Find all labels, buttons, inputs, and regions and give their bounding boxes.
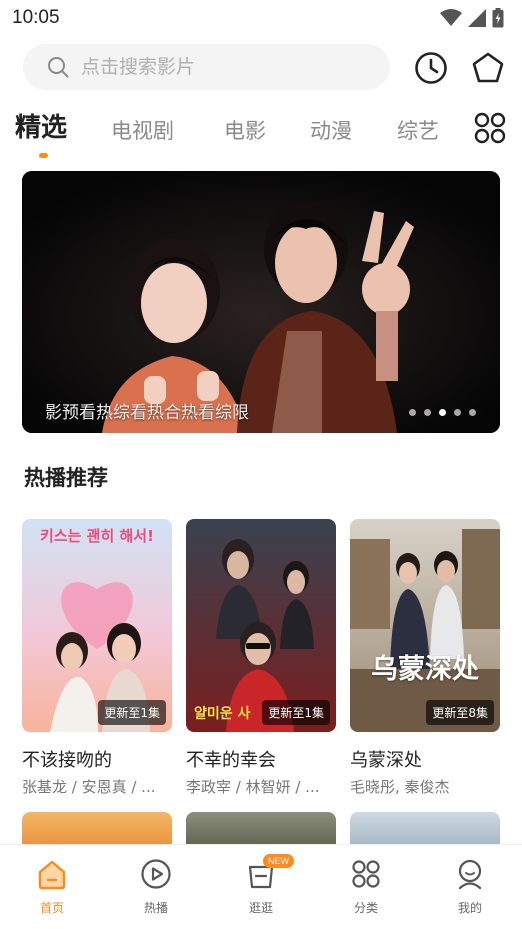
wifi-icon: [440, 9, 462, 26]
show-card[interactable]: 얄미운 사 更新至1集 不幸的幸会 李政宰 / 林智妍 / ...: [186, 519, 336, 796]
nav-profile[interactable]: 我的: [430, 857, 510, 916]
profile-icon: [458, 859, 482, 890]
show-card[interactable]: 키스는 괜히 해서! 更新至1集 不该接吻的 张基龙 / 安恩真 / ...: [22, 519, 172, 796]
nav-categories[interactable]: 分类: [326, 857, 406, 916]
card-cast: 毛晓彤, 秦俊杰: [350, 778, 450, 796]
search-icon: [48, 57, 69, 78]
banner-dot[interactable]: [409, 409, 416, 416]
poster-title-text: 얄미운 사: [194, 706, 251, 722]
category-grid-icon: [352, 860, 380, 888]
nav-browse[interactable]: NEW 逛逛: [221, 854, 301, 916]
tab-featured[interactable]: 精选: [15, 108, 67, 148]
battery-icon: [492, 8, 504, 28]
banner-dot[interactable]: [424, 409, 431, 416]
clock-icon[interactable]: [413, 50, 449, 86]
poster-image: 키스는 괜히 해서! 更新至1集: [22, 519, 172, 732]
nav-label: 首页: [39, 901, 64, 915]
status-bar: 10:05: [0, 0, 522, 36]
status-time: 10:05: [12, 7, 60, 28]
update-badge: 更新至8集: [426, 700, 494, 725]
banner-caption: 影预看热综看热合热看综限: [45, 403, 249, 423]
poster-title-text: 乌蒙深处: [371, 654, 479, 685]
banner-dot[interactable]: [454, 409, 461, 416]
new-badge: NEW: [263, 854, 294, 868]
tab-variety[interactable]: 综艺: [397, 111, 439, 151]
nav-trending[interactable]: 热播: [116, 857, 196, 916]
bottom-navigation: 首页 热播 NEW 逛逛 分类 我的: [0, 844, 522, 929]
pentagon-icon[interactable]: [470, 50, 506, 86]
nav-label: 逛逛: [248, 901, 273, 915]
search-input[interactable]: [81, 44, 371, 90]
play-circle-icon: [141, 859, 171, 889]
tab-anime[interactable]: 动漫: [310, 111, 352, 151]
section-title: 热播推荐: [24, 466, 108, 490]
category-tabs: 精选 电视剧 电影 动漫 综艺: [0, 108, 522, 162]
update-badge: 更新至1集: [262, 700, 330, 725]
poster-title-text: 키스는 괜히 해서!: [40, 527, 154, 545]
card-cast: 李政宰 / 林智妍 / ...: [186, 778, 320, 796]
nav-home[interactable]: 首页: [12, 857, 92, 916]
banner-dot-active[interactable]: [439, 409, 446, 416]
nav-label: 热播: [143, 901, 168, 915]
card-title: 乌蒙深处: [350, 750, 422, 771]
tab-indicator: [39, 153, 48, 158]
nav-label: 我的: [457, 901, 482, 915]
banner-image: [22, 171, 500, 433]
banner-dot[interactable]: [469, 409, 476, 416]
tab-tv-series[interactable]: 电视剧: [111, 111, 174, 151]
nav-label: 分类: [353, 901, 378, 915]
status-icons: [440, 8, 504, 28]
poster-image: 乌蒙深处 更新至8集: [350, 519, 500, 732]
grid-icon[interactable]: [474, 112, 506, 144]
card-title: 不该接吻的: [22, 750, 112, 771]
home-icon: [38, 860, 66, 890]
card-title: 不幸的幸会: [186, 750, 276, 771]
banner-carousel[interactable]: 影预看热综看热合热看综限: [22, 171, 500, 433]
card-cast: 张基龙 / 安恩真 / ...: [22, 778, 156, 796]
banner-dots: [409, 409, 476, 416]
signal-icon: [468, 9, 486, 27]
poster-image: 얄미운 사 更新至1集: [186, 519, 336, 732]
update-badge: 更新至1集: [98, 700, 166, 725]
tab-movies[interactable]: 电影: [224, 111, 266, 151]
show-card[interactable]: 乌蒙深处 更新至8集 乌蒙深处 毛晓彤, 秦俊杰: [350, 519, 500, 796]
search-box[interactable]: [23, 44, 390, 90]
search-row: [0, 44, 522, 92]
